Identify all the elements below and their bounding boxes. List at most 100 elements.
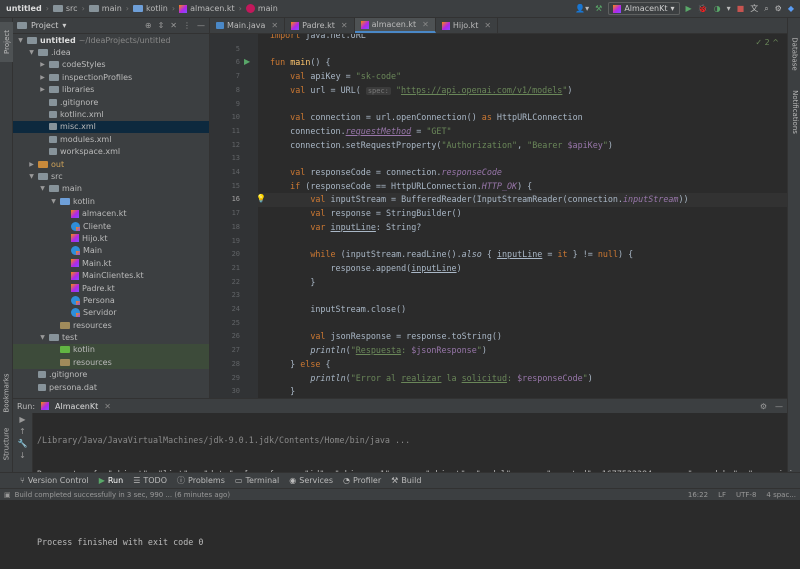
run-icon[interactable]: ▶ [686, 4, 692, 13]
wrench-icon[interactable]: 🔧 [13, 437, 32, 449]
tool-window-button[interactable]: ⓘ Problems [177, 475, 225, 486]
options-icon[interactable]: ⋮ [183, 21, 191, 30]
tree-item[interactable]: ▶ libraries [13, 84, 209, 96]
code-line[interactable]: val jsonResponse = response.toString() [270, 331, 502, 341]
code-line[interactable]: response.append(inputLine) [270, 263, 462, 273]
tree-item[interactable]: .gitignore [13, 369, 209, 381]
inspection-status[interactable]: ✓ 2 ^ [755, 38, 779, 47]
editor-tab[interactable]: almacen.kt ✕ [354, 18, 436, 33]
tool-window-button[interactable]: ▶ Run [99, 476, 124, 485]
translate-icon[interactable]: 文 [750, 3, 758, 14]
run-configuration-select[interactable]: AlmacenKt ▾ [608, 2, 680, 15]
tree-item[interactable]: .gitignore [13, 96, 209, 108]
user-icon[interactable]: 👤▾ [575, 4, 589, 13]
chevron-down-icon[interactable]: ▼ [28, 173, 35, 180]
add-icon[interactable]: ⊕ [145, 21, 152, 30]
tree-item[interactable]: Hijo.kt [13, 232, 209, 244]
code-line[interactable]: var inputLine: String? [270, 222, 421, 232]
hammer-icon[interactable]: ⚒ [595, 4, 602, 13]
tool-window-button[interactable]: ◉ Services [289, 476, 333, 485]
close-icon[interactable]: ✕ [341, 21, 348, 30]
chevron-down-icon[interactable]: ▼ [17, 37, 24, 44]
code-line[interactable]: val responseCode = connection.responseCo… [270, 167, 502, 177]
breadcrumb-project[interactable]: untitled [6, 4, 42, 13]
code-line[interactable]: if (responseCode == HttpURLConnection.HT… [270, 181, 532, 191]
chevron-down-icon[interactable]: ▼ [39, 334, 46, 341]
tree-item[interactable]: persona.dat [13, 381, 209, 393]
rerun-icon[interactable]: ▶ [13, 413, 32, 425]
editor-tab[interactable]: Padre.kt ✕ [285, 18, 355, 33]
search-icon[interactable]: ⌕ [764, 4, 768, 14]
indent-setting[interactable]: 4 spac... [766, 491, 796, 499]
breadcrumb-src[interactable]: src [52, 4, 78, 13]
project-tool-tab[interactable]: Project [0, 22, 13, 62]
tool-window-button[interactable]: ◔ Profiler [343, 476, 381, 485]
tree-item[interactable]: ▼ .idea [13, 46, 209, 58]
down-icon[interactable]: ↓ [13, 449, 32, 461]
tree-item[interactable]: almacen.kt [13, 207, 209, 219]
chevron-right-icon[interactable]: ▶ [39, 74, 46, 81]
lightbulb-icon[interactable]: 💡 [256, 194, 266, 203]
settings-icon[interactable]: ⚙ [775, 4, 782, 13]
close-icon[interactable]: ✕ [271, 21, 278, 30]
tree-item[interactable]: ▼ main [13, 183, 209, 195]
line-separator[interactable]: LF [718, 491, 726, 499]
chevron-right-icon[interactable]: ▶ [39, 61, 46, 68]
tree-item[interactable]: resources [13, 356, 209, 369]
code-line[interactable]: connection.requestMethod = "GET" [270, 126, 451, 136]
code-line[interactable]: connection.setRequestProperty("Authoriza… [270, 140, 613, 150]
structure-tool-tab[interactable]: Structure [0, 420, 13, 468]
code-line[interactable]: val url = URL( spec: "https://api.openai… [270, 85, 572, 95]
chevron-down-icon[interactable]: ▾ [62, 21, 66, 30]
tree-item[interactable]: misc.xml [13, 120, 209, 134]
tree-item[interactable]: Main [13, 245, 209, 257]
code-line[interactable]: val inputStream = BufferedReader(InputSt… [270, 194, 688, 204]
code-line[interactable]: fun main() { [270, 57, 331, 67]
tree-item[interactable]: kotlinc.xml [13, 108, 209, 120]
panel-title[interactable]: Project [31, 21, 58, 30]
breadcrumb-file[interactable]: almacen.kt [179, 4, 235, 13]
status-message[interactable]: Build completed successfully in 3 sec, 9… [15, 491, 230, 499]
settings-icon[interactable]: ⚙ [760, 402, 767, 411]
chevron-right-icon[interactable]: ▶ [39, 86, 46, 93]
breadcrumb-main[interactable]: main [88, 4, 122, 13]
tree-item[interactable]: ▼ src [13, 170, 209, 182]
tree-item[interactable]: modules.xml [13, 133, 209, 145]
debug-icon[interactable]: 🐞 [698, 4, 708, 13]
chevron-down-icon[interactable]: ▼ [39, 185, 46, 192]
jetbrains-logo-icon[interactable]: ◆ [788, 4, 794, 13]
console-output[interactable]: /Library/Java/JavaVirtualMachines/jdk-9.… [37, 413, 793, 547]
more-run-icon[interactable]: ▾ [727, 4, 731, 13]
file-encoding[interactable]: UTF-8 [736, 491, 756, 499]
breadcrumb-kotlin[interactable]: kotlin [132, 4, 168, 13]
tree-item[interactable]: ▼ kotlin [13, 195, 209, 207]
tree-item[interactable]: Main.kt [13, 257, 209, 269]
tool-window-button[interactable]: ☰ TODO [133, 476, 167, 485]
minimize-icon[interactable]: — [775, 402, 783, 411]
chevron-right-icon[interactable]: ▶ [28, 161, 35, 168]
minimize-icon[interactable]: — [197, 21, 205, 30]
code-line[interactable]: } [270, 386, 295, 396]
run-gutter-icon[interactable]: ▶ [244, 57, 250, 66]
stop-icon[interactable]: ■ [737, 4, 745, 13]
close-icon[interactable]: ✕ [170, 21, 177, 30]
code-line[interactable]: while (inputStream.readLine().also { inp… [270, 249, 633, 259]
code-line[interactable]: println("Error al realizar la solicitud:… [270, 373, 592, 383]
code-line[interactable]: println("Respuesta: $jsonResponse") [270, 345, 487, 355]
tool-window-button[interactable]: ⚒ Build [391, 476, 421, 485]
collapse-icon[interactable]: ⇕ [158, 21, 165, 30]
editor-tab[interactable]: Main.java ✕ [210, 18, 286, 33]
tree-item[interactable]: ▶ codeStyles [13, 59, 209, 71]
tree-item[interactable]: ▼ untitled ~/IdeaProjects/untitled [13, 34, 209, 46]
tree-item[interactable]: Cliente [13, 220, 209, 232]
tree-item[interactable]: MainClientes.kt [13, 269, 209, 281]
tree-item[interactable]: workspace.xml [13, 146, 209, 158]
caret-position[interactable]: 16:22 [688, 491, 708, 499]
tree-item[interactable]: ▶ out [13, 158, 209, 170]
code-line[interactable]: val response = StringBuilder() [270, 208, 461, 218]
code-line[interactable]: val apiKey = "sk-code" [270, 71, 401, 81]
code-line[interactable]: } else { [270, 359, 330, 369]
tree-item[interactable]: ▶ inspectionProfiles [13, 71, 209, 83]
coverage-icon[interactable]: ◑ [714, 4, 721, 13]
tree-item[interactable]: resources [13, 319, 209, 331]
